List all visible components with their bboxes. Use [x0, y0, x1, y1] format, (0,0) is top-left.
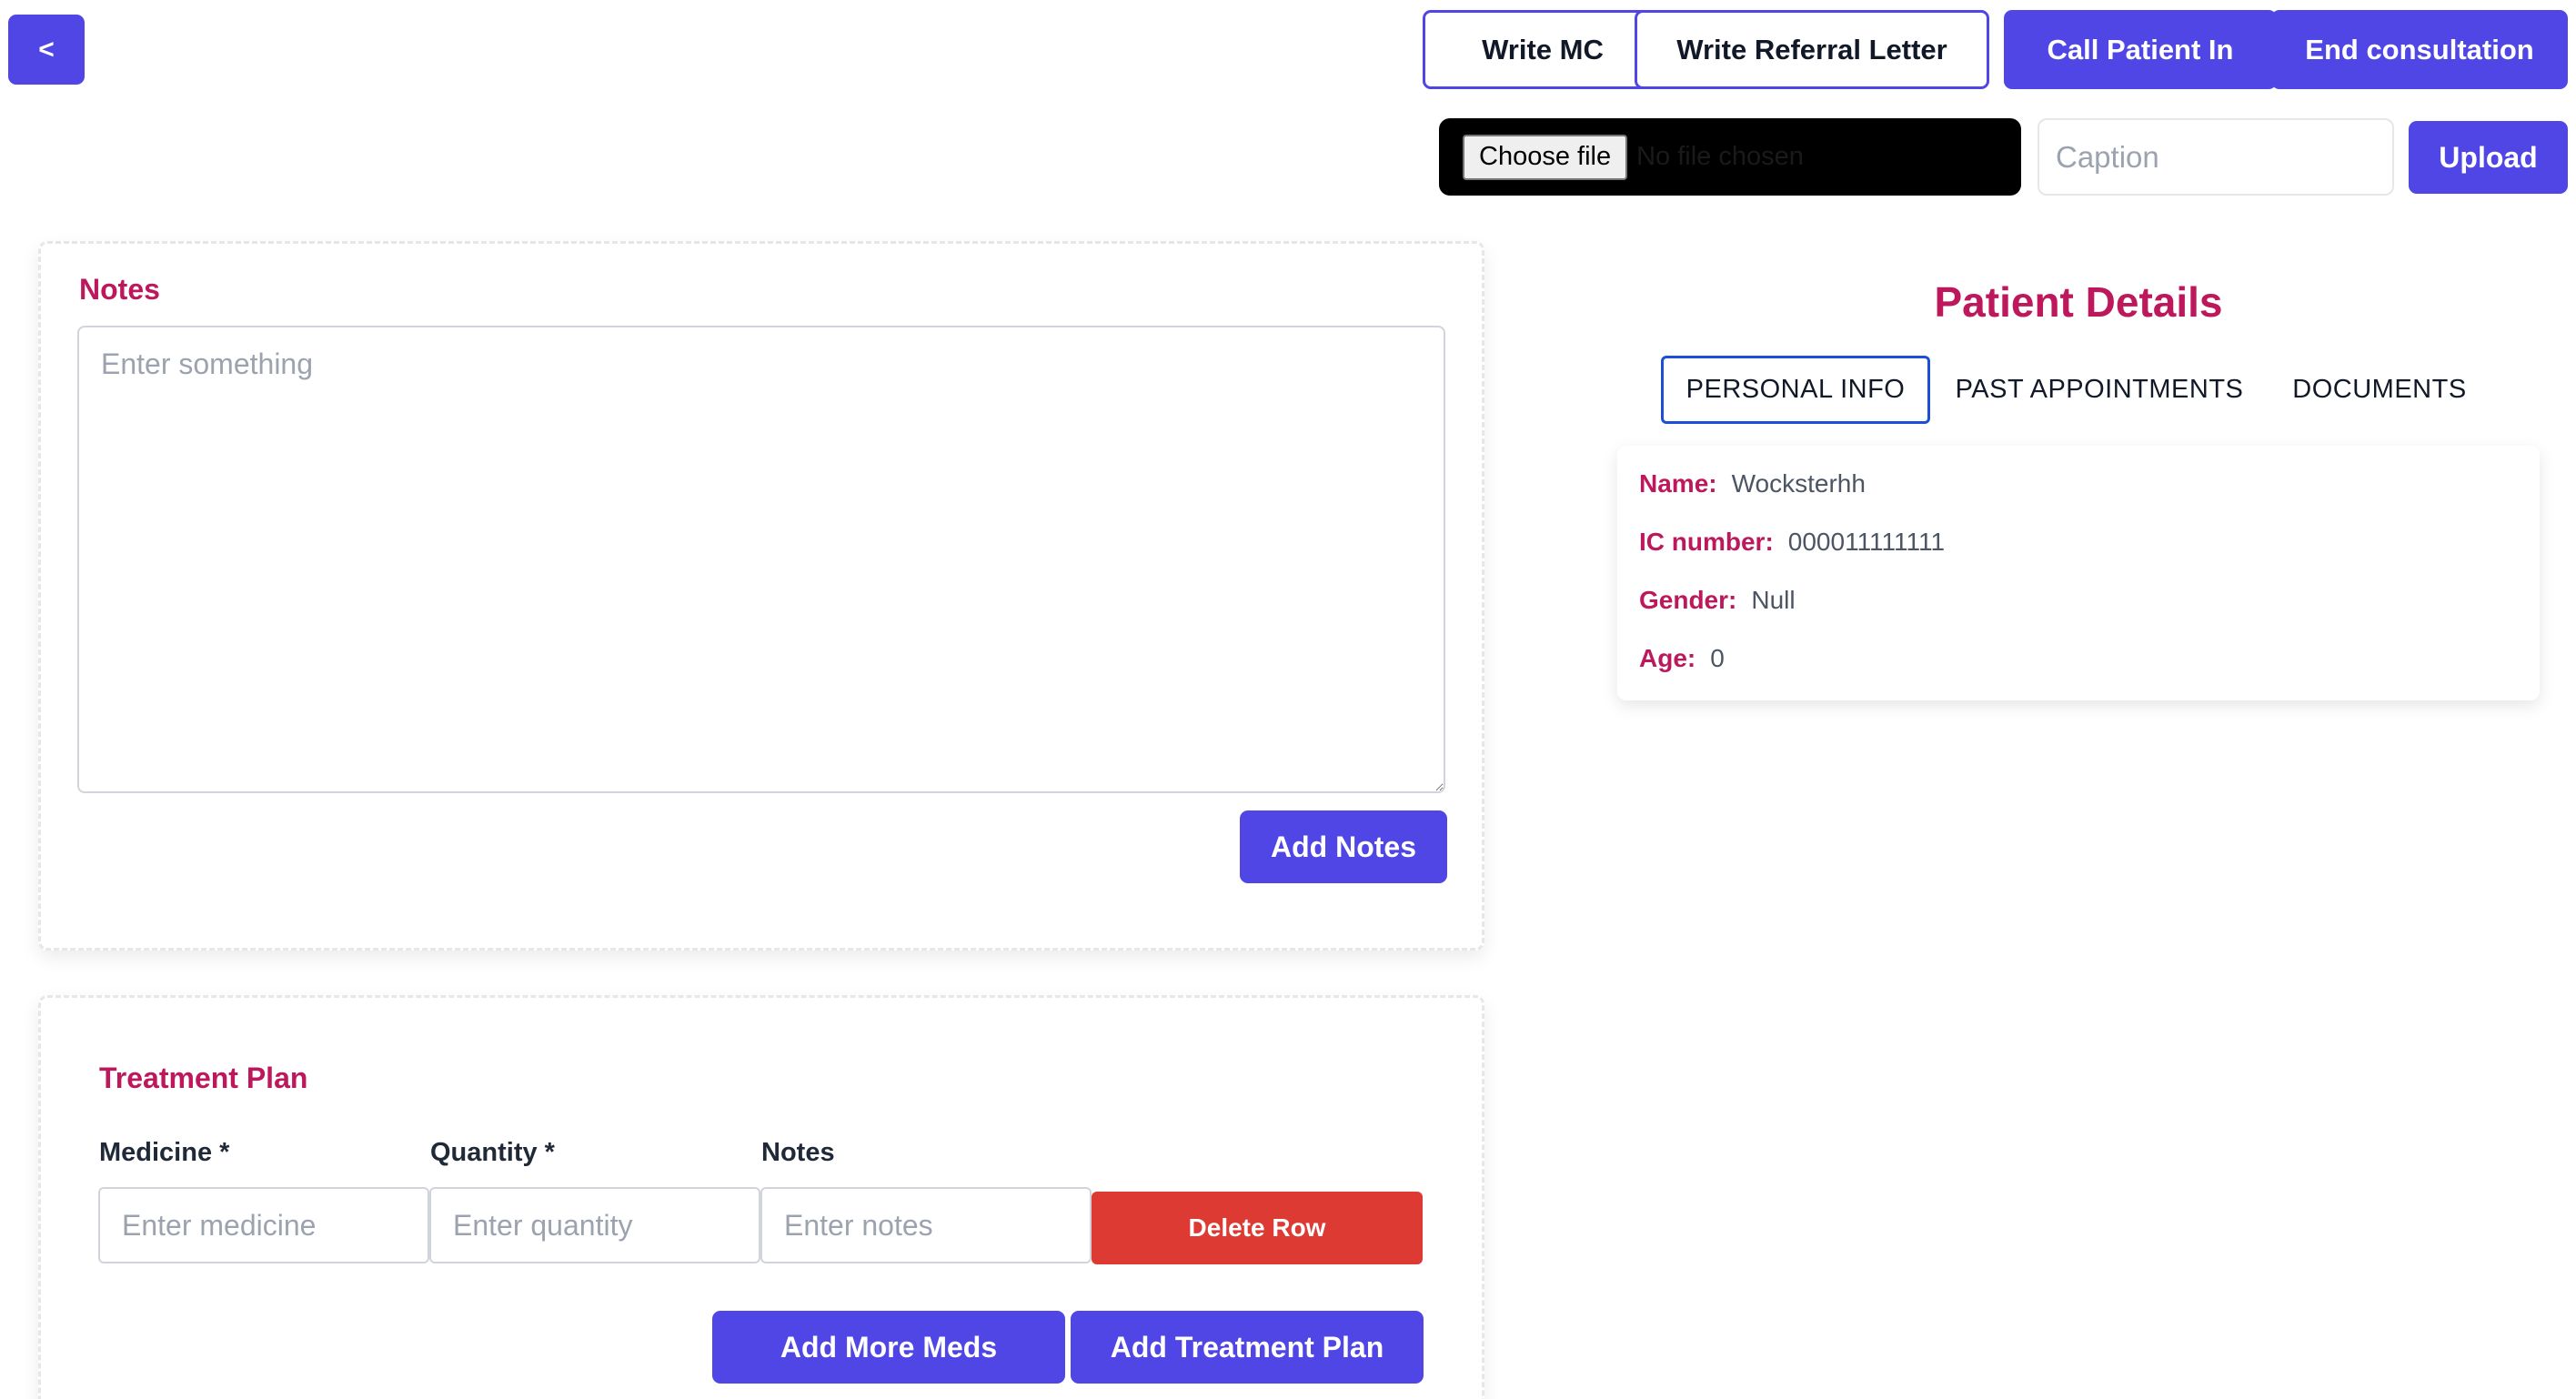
- tab-past-appointments[interactable]: PAST APPOINTMENTS: [1936, 356, 2263, 424]
- detail-label: Age:: [1639, 644, 1696, 672]
- medicine-column-label: Medicine *: [99, 1138, 230, 1167]
- treatment-plan-title: Treatment Plan: [99, 1062, 308, 1094]
- end-consultation-button[interactable]: End consultation: [2271, 10, 2568, 89]
- treatment-plan-card: Treatment Plan Medicine * Quantity * Not…: [38, 995, 1484, 1399]
- notes-card: Notes Add Notes: [38, 241, 1484, 951]
- write-referral-letter-button[interactable]: Write Referral Letter: [1635, 10, 1989, 89]
- back-button[interactable]: <: [8, 15, 85, 85]
- consultation-page: < Write MC Write Referral Letter Call Pa…: [0, 0, 2576, 1399]
- file-picker[interactable]: Choose file No file chosen: [1439, 118, 2021, 196]
- detail-row-name: Name: Wocksterhh: [1639, 469, 1866, 498]
- notes-textarea[interactable]: [77, 326, 1445, 793]
- medicine-input[interactable]: [98, 1187, 429, 1263]
- detail-row-gender: Gender: Null: [1639, 586, 1796, 615]
- delete-row-button[interactable]: Delete Row: [1092, 1192, 1423, 1264]
- quantity-input[interactable]: [429, 1187, 760, 1263]
- write-mc-button[interactable]: Write MC: [1423, 10, 1663, 89]
- detail-label: IC number:: [1639, 528, 1774, 556]
- upload-button[interactable]: Upload: [2409, 121, 2568, 194]
- add-notes-button[interactable]: Add Notes: [1240, 810, 1447, 883]
- detail-label: Name:: [1639, 469, 1717, 498]
- add-more-meds-button[interactable]: Add More Meds: [712, 1311, 1065, 1384]
- call-patient-in-button[interactable]: Call Patient In: [2004, 10, 2277, 89]
- patient-details-title: Patient Details: [1934, 278, 2223, 326]
- personal-info-card: Name: Wocksterhh IC number: 000011111111…: [1617, 446, 2540, 700]
- detail-label: Gender:: [1639, 586, 1737, 614]
- tab-personal-info[interactable]: PERSONAL INFO: [1661, 356, 1930, 424]
- quantity-column-label: Quantity *: [430, 1138, 555, 1167]
- detail-row-ic-number: IC number: 000011111111: [1639, 528, 1945, 557]
- notes-title: Notes: [79, 273, 160, 306]
- notes-column-label: Notes: [761, 1138, 835, 1167]
- choose-file-button[interactable]: Choose file: [1463, 134, 1628, 180]
- detail-value: 000011111111: [1787, 528, 1946, 556]
- detail-row-age: Age: 0: [1639, 644, 1725, 673]
- detail-value: Null: [1751, 586, 1796, 614]
- tab-documents[interactable]: DOCUMENTS: [2274, 356, 2485, 424]
- detail-value: Wocksterhh: [1731, 469, 1866, 498]
- add-treatment-plan-button[interactable]: Add Treatment Plan: [1071, 1311, 1424, 1384]
- no-file-chosen-text: No file chosen: [1636, 142, 1804, 171]
- med-notes-input[interactable]: [760, 1187, 1092, 1263]
- caption-input[interactable]: [2038, 118, 2394, 196]
- detail-value: 0: [1710, 644, 1725, 672]
